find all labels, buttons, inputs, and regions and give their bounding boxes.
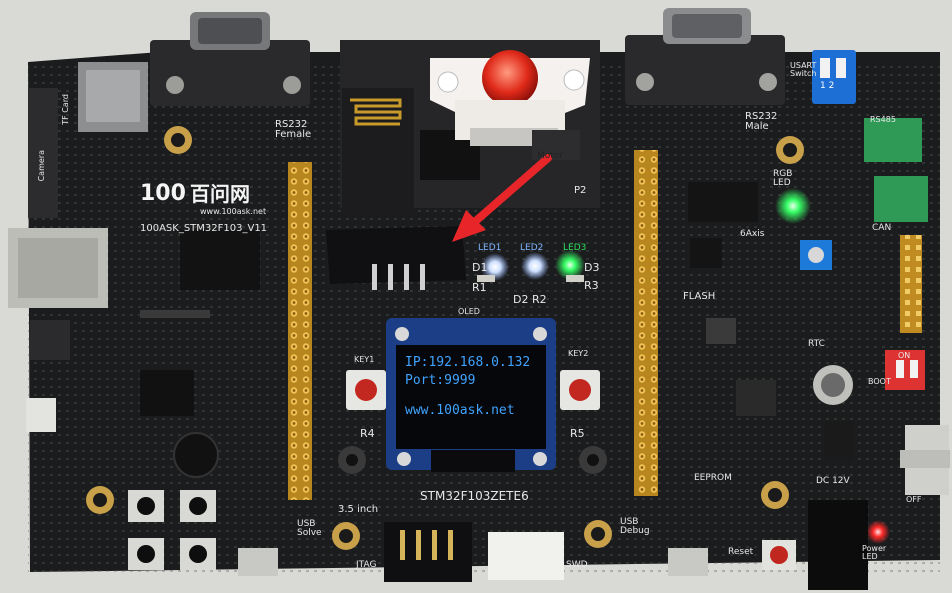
rs485-label: RS485: [870, 115, 896, 124]
flash-label: FLASH: [683, 291, 716, 302]
usb-solve-label: USB Solve: [297, 519, 322, 538]
led1-label: LED1: [478, 243, 502, 253]
tf-card-label: TF Card: [61, 94, 70, 125]
rs232-male-label: RS232 Male: [745, 111, 778, 132]
dip-numbers: 1 2: [820, 81, 835, 91]
jtag-label: JTAG: [356, 560, 377, 570]
led2-label: LED2: [520, 243, 544, 253]
on-label: ON: [898, 351, 911, 360]
r3-label: R3: [584, 279, 599, 292]
size-label: 3.5 inch: [338, 504, 379, 515]
r4-label: R4: [360, 427, 375, 440]
buzzer: [173, 432, 219, 478]
board-photo: [0, 0, 952, 593]
logo-url: www.100ask.net: [200, 207, 267, 216]
motor-red-knob: [482, 50, 538, 106]
logo-number: 100: [140, 181, 186, 206]
d3-label: D3: [584, 261, 600, 274]
swd-label: SWD: [566, 560, 588, 570]
eeprom-label: EEPROM: [694, 473, 732, 483]
db9-male-connector: [625, 35, 785, 105]
rs485-terminal: [864, 118, 922, 162]
photo-scene: 100 百问网 www.100ask.net 100ASK_STM32F103_…: [0, 0, 952, 593]
usb-debug-label: USB Debug: [620, 517, 650, 536]
chip-label: STM32F103ZETE6: [420, 489, 529, 503]
d2-r2-label: D2 R2: [513, 293, 547, 306]
oled-line-url: www.100ask.net: [405, 403, 515, 418]
p2-label: P2: [574, 185, 587, 196]
rgb-led-label: RGB LED: [773, 169, 793, 188]
usart-switch-label: USART Switch: [790, 61, 817, 78]
r5-label: R5: [570, 427, 585, 440]
boot-label: BOOT: [868, 377, 891, 386]
can-label: CAN: [872, 223, 892, 233]
header-right: [634, 150, 658, 496]
camera-label: Camera: [37, 150, 46, 182]
board-model: 100ASK_STM32F103_V11: [140, 223, 268, 234]
rs232-female-label: RS232 Female: [275, 119, 312, 140]
header-side: [900, 235, 922, 333]
oled-line-ip: IP:192.168.0.132: [405, 355, 531, 370]
dc-jack: [808, 500, 868, 590]
can-terminal: [874, 176, 928, 222]
key1-label: KEY1: [354, 355, 375, 364]
led-d2: [521, 252, 549, 280]
usart-dip-switch: [812, 50, 856, 104]
oled-line-port: Port:9999: [405, 373, 476, 388]
swd-connector: [488, 532, 564, 580]
rgb-led-glow: [775, 188, 811, 224]
reset-label: Reset: [728, 547, 754, 557]
led3-label: LED3: [563, 243, 587, 253]
dc12v-label: DC 12V: [816, 476, 850, 486]
power-led-glow: [866, 520, 890, 544]
six-axis-label: 6Axis: [740, 229, 765, 239]
audio-jack: [30, 320, 70, 360]
jtag-connector: [384, 522, 472, 582]
power-led-label: Power LED: [862, 544, 887, 561]
off-label: OFF: [906, 495, 922, 504]
logo-chinese: 百问网: [190, 182, 250, 206]
sensor-module: [326, 226, 466, 284]
header-left: [288, 162, 312, 500]
oled-label: OLED: [458, 307, 480, 316]
key2-label: KEY2: [568, 349, 589, 358]
motor-label: Motor: [537, 151, 564, 161]
r1-label: R1: [472, 281, 487, 294]
rtc-label: RTC: [808, 339, 825, 349]
d1-label: D1: [472, 261, 488, 274]
